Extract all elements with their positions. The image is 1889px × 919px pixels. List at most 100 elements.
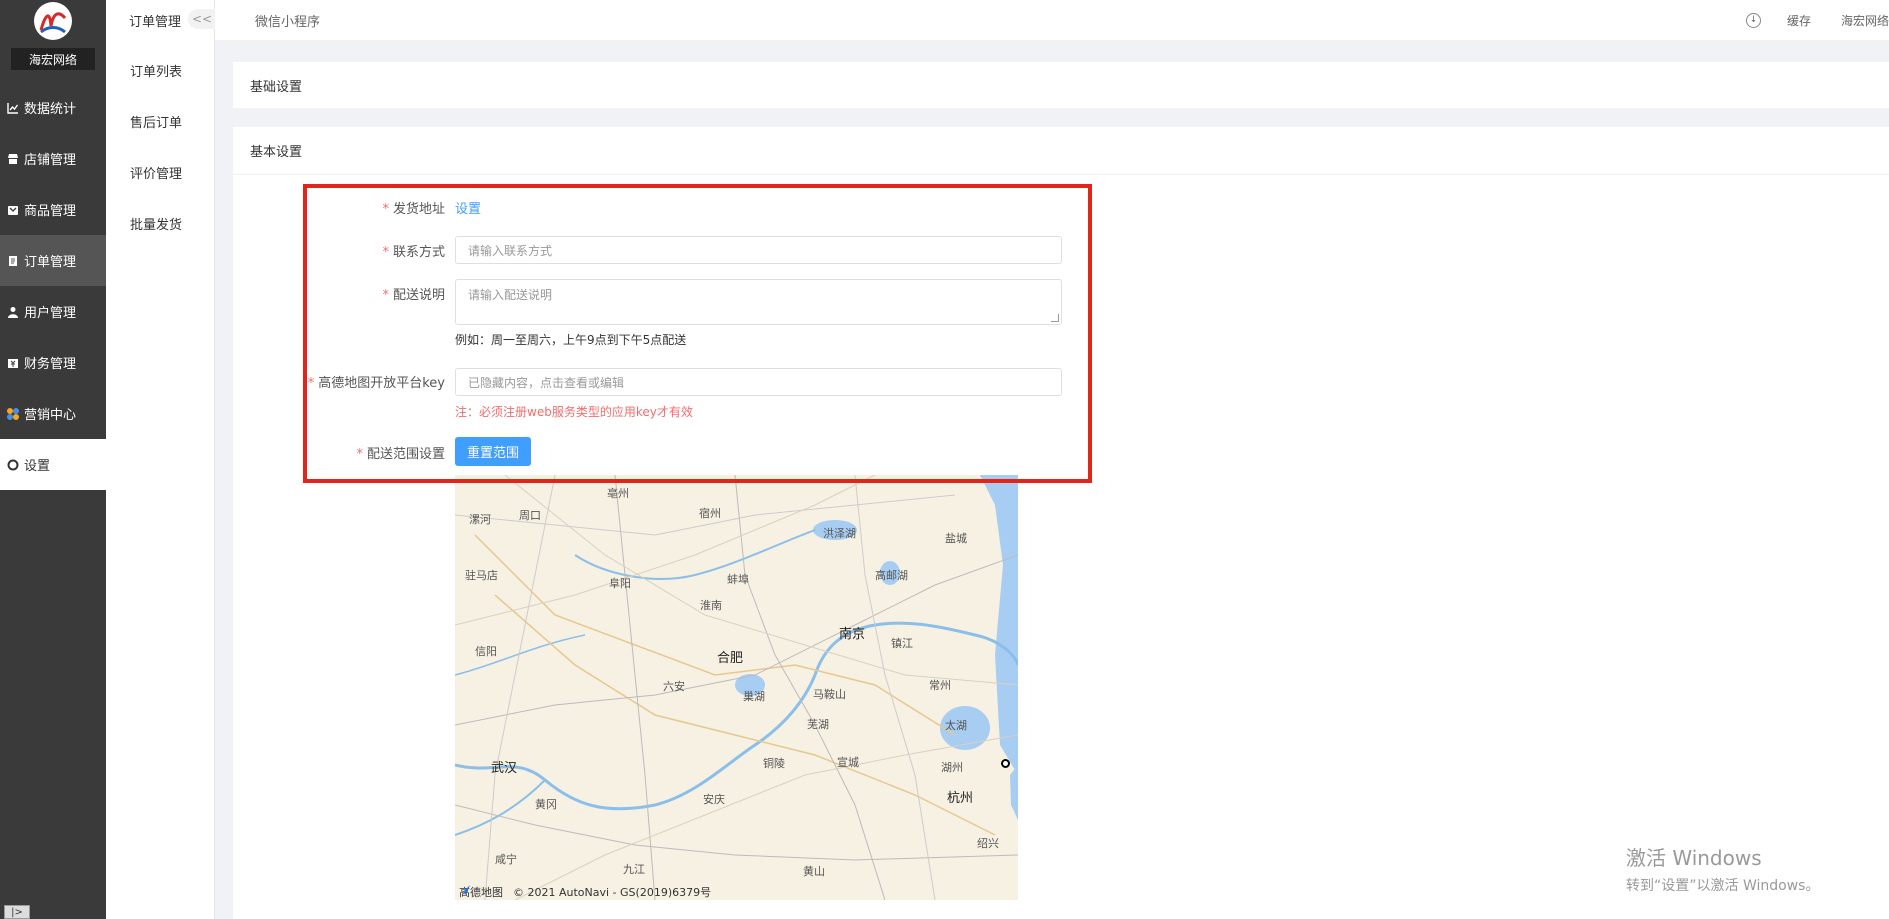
secondary-menu: 订单管理 << 订单列表 售后订单 评价管理 批量发货	[106, 0, 216, 919]
order-icon	[6, 254, 20, 268]
range-label: * 配送范围设置	[356, 447, 445, 462]
map-city-label: 黄冈	[535, 798, 557, 811]
header-actions: ↓ 缓存 海宏网络	[1745, 0, 1889, 40]
map-city-label: 巢湖	[743, 690, 765, 703]
map-city-label: 咸宁	[495, 853, 517, 866]
map-city-label: 黄山	[803, 865, 825, 878]
marketing-icon	[6, 407, 20, 421]
settings-icon	[6, 458, 20, 472]
panel-header: 基本设置	[233, 127, 1889, 175]
sidebar-item-label: 商品管理	[24, 204, 77, 219]
delivery-textarea[interactable]: 请输入配送说明	[455, 279, 1062, 325]
tab-wechat-mini-program[interactable]: 微信小程序	[255, 11, 320, 30]
delivery-range-map[interactable]: 亳州 宿州 漯河 周口 洪泽湖 盐城 驻马店 阜阳 蚌埠 高邮湖 淮南 南京 镇…	[455, 475, 1018, 900]
set-address-link[interactable]: 设置	[455, 202, 481, 217]
map-city-label: 亳州	[607, 487, 629, 500]
sidebar-item-orders[interactable]: 订单管理	[0, 235, 106, 286]
map-city-label: 信阳	[475, 645, 497, 658]
sidebar-collapse-button[interactable]: |>	[4, 905, 30, 919]
windows-activation-watermark: 激活 Windows 转到“设置”以激活 Windows。	[1626, 842, 1819, 895]
cache-button[interactable]: 缓存	[1787, 12, 1811, 29]
sidebar-item-stats[interactable]: 数据统计	[0, 82, 106, 133]
sidebar-item-settings[interactable]: 设置	[0, 439, 106, 490]
submenu-title: 订单管理	[129, 14, 182, 30]
map-city-label: 绍兴	[977, 837, 999, 850]
map-city-label: 九江	[623, 863, 645, 876]
submenu-item-order-list[interactable]: 订单列表	[106, 45, 214, 96]
top-header: 微信小程序 ↓ 缓存 海宏网络	[215, 0, 1889, 40]
sidebar-item-label: 设置	[24, 459, 51, 474]
map-city-label: 驻马店	[465, 569, 498, 582]
delivery-placeholder: 请输入配送说明	[468, 288, 553, 302]
map-location-marker[interactable]	[1001, 759, 1010, 768]
contact-label: * 联系方式	[382, 245, 445, 260]
map-city-label: 盐城	[945, 532, 967, 545]
delivery-hint: 例如：周一至周六，上午9点到下午5点配送	[455, 333, 687, 347]
map-city-label: 宿州	[699, 507, 721, 520]
map-city-label: 周口	[519, 509, 541, 522]
user-icon	[6, 305, 20, 319]
sidebar-item-label: 数据统计	[24, 102, 77, 117]
map-attribution: © 2021 AutoNavi - GS(2019)6379号	[513, 886, 712, 899]
brand-logo[interactable]	[34, 2, 72, 40]
sidebar-item-marketing[interactable]: 营销中心	[0, 388, 106, 439]
sidebar-item-users[interactable]: 用户管理	[0, 286, 106, 337]
delivery-control: 请输入配送说明 例如：周一至周六，上午9点到下午5点配送	[455, 279, 1062, 348]
map-city-label: 南京	[839, 627, 866, 642]
map-city-label: 洪泽湖	[823, 527, 856, 540]
watermark-subtitle: 转到“设置”以激活 Windows。	[1626, 878, 1820, 894]
map-city-label: 太湖	[945, 719, 967, 732]
amap-key-label: * 高德地图开放平台key	[307, 376, 445, 391]
map-city-label: 阜阳	[609, 577, 631, 590]
contact-input[interactable]: 请输入联系方式	[455, 236, 1062, 264]
contact-control: 请输入联系方式	[455, 236, 1062, 264]
finance-icon	[6, 356, 20, 370]
delivery-label: * 配送说明	[382, 288, 445, 303]
download-icon[interactable]: ↓	[1745, 12, 1761, 28]
amap-key-control: 已隐藏内容，点击查看或编辑 注：必须注册web服务类型的应用key才有效	[455, 368, 1062, 420]
reset-range-button[interactable]: 重置范围	[455, 437, 531, 466]
amap-logo-icon	[460, 885, 470, 895]
sidebar-item-label: 订单管理	[24, 255, 77, 270]
goods-icon	[6, 203, 20, 217]
map-city-label: 铜陵	[763, 757, 785, 770]
map-city-label: 常州	[929, 679, 951, 692]
map-city-label: 宣城	[837, 756, 859, 769]
sidebar-item-label: 店铺管理	[24, 153, 77, 168]
sidebar-item-label: 财务管理	[24, 357, 77, 372]
map-city-label: 马鞍山	[813, 688, 846, 701]
submenu-item-after-sale[interactable]: 售后订单	[106, 96, 214, 147]
map-city-label: 芜湖	[807, 718, 829, 731]
submenu-item-reviews[interactable]: 评价管理	[106, 147, 214, 198]
sidebar-item-label: 用户管理	[24, 306, 77, 321]
submenu-item-batch-ship[interactable]: 批量发货	[106, 198, 214, 249]
resize-handle-icon[interactable]	[1051, 314, 1059, 322]
map-city-label: 杭州	[947, 791, 974, 806]
map-city-label: 安庆	[703, 793, 725, 806]
user-menu[interactable]: 海宏网络	[1841, 12, 1889, 29]
map-city-label: 漯河	[469, 513, 491, 526]
address-control: 设置	[455, 198, 481, 217]
map-city-label: 湖州	[941, 761, 963, 774]
sidebar-item-finance[interactable]: 财务管理	[0, 337, 106, 388]
map-city-label: 武汉	[491, 761, 518, 776]
sidebar-item-store[interactable]: 店铺管理	[0, 133, 106, 184]
watermark-title: 激活 Windows	[1626, 846, 1762, 870]
submenu-header: 订单管理 <<	[106, 0, 216, 40]
sidebar-item-goods[interactable]: 商品管理	[0, 184, 106, 235]
panel-title: 基本设置	[250, 145, 303, 160]
map-city-label: 六安	[663, 680, 685, 693]
submenu-collapse-button[interactable]: <<	[188, 9, 216, 29]
logo-area: 海宏网络	[0, 0, 106, 80]
map-city-label: 镇江	[891, 637, 913, 650]
map-city-label: 淮南	[700, 599, 722, 612]
map-city-label: 蚌埠	[727, 573, 749, 586]
sidebar-item-label: 营销中心	[24, 408, 77, 423]
map-footer: 高德地图 © 2021 AutoNavi - GS(2019)6379号	[459, 884, 711, 900]
map-city-label: 高邮湖	[875, 569, 908, 582]
amap-key-warning: 注：必须注册web服务类型的应用key才有效	[455, 405, 693, 419]
store-icon	[6, 152, 20, 166]
line-chart-icon	[6, 101, 20, 115]
amap-key-input[interactable]: 已隐藏内容，点击查看或编辑	[455, 368, 1062, 396]
range-control: 重置范围	[455, 437, 531, 466]
